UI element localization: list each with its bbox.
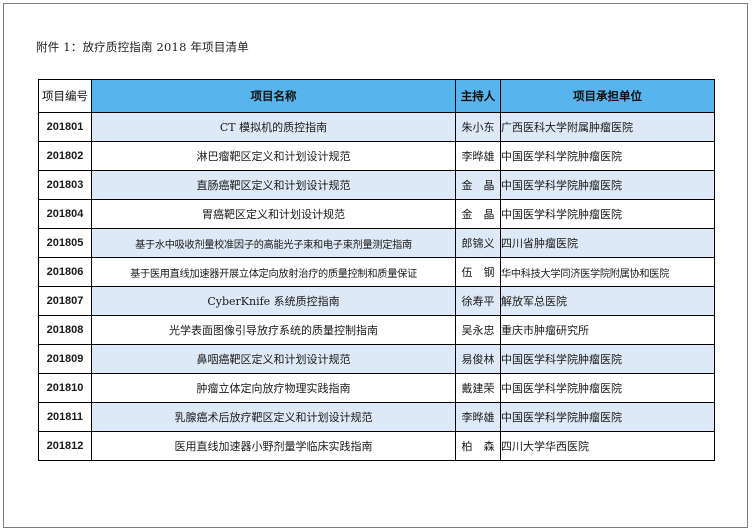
- project-id-cell: 201811: [38, 402, 92, 432]
- project-id-cell: 201806: [38, 257, 92, 287]
- project-name-cell: 乳腺癌术后放疗靶区定义和计划设计规范: [91, 402, 456, 432]
- project-lead-cell: 吴永忠: [455, 315, 501, 345]
- table-row: 201803 直肠癌靶区定义和计划设计规范金 晶中国医学科学院肿瘤医院: [38, 170, 715, 200]
- project-id-cell: 201812: [38, 431, 92, 461]
- table-body: 201801 CT 模拟机的质控指南 朱小东 广西医科大学附属肿瘤医院 201802 淋巴…: [38, 112, 715, 461]
- project-lead-cell: 徐寿平: [455, 286, 501, 316]
- project-unit-cell: 中国医学科学院肿瘤医院: [500, 199, 715, 229]
- table-row: 201809 鼻咽癌靶区定义和计划设计规范 易俊林 中国医学科学院肿瘤医院: [38, 344, 715, 374]
- table-row: 201810 肿瘤立体定向放疗物理实践指南 戴建荣 中国医学科学院肿瘤医院: [38, 373, 715, 403]
- column-header-unit: 项目承担单位: [500, 79, 715, 113]
- table-row: 201808 光学表面图像引导放疗系统的质量控制指南 吴永忠 重庆市肿瘤研究所: [38, 315, 715, 345]
- project-name-cell: 基于水中吸收剂量校准因子的高能光子束和电子束剂量测定指南: [91, 228, 456, 258]
- column-header-lead: 主持人: [455, 79, 501, 113]
- table-row: 201805 基于水中吸收剂量校准因子的高能光子束和电子束剂量测定指南 郎锦义 四川省…: [38, 228, 715, 258]
- table-header-row: 项目编号 项目名称 主持人 项目承担单位: [38, 79, 715, 113]
- project-id-cell: 201804: [38, 199, 92, 229]
- project-lead-cell: 金 晶: [455, 170, 501, 200]
- project-id-cell: 201801: [38, 112, 92, 142]
- column-header-id: 项目编号: [38, 79, 92, 113]
- project-unit-cell: 中国医学科学院肿瘤医院: [500, 344, 715, 374]
- table-row: 201806 基于医用直线加速器开展立体定向放射治疗的质量控制和质量保证伍 钢华中…: [38, 257, 715, 287]
- table-row: 201802 淋巴瘤靶区定义和计划设计规范 李晔雄 中国医学科学院肿瘤医院: [38, 141, 715, 171]
- project-id-cell: 201808: [38, 315, 92, 345]
- project-name-cell: 直肠癌靶区定义和计划设计规范: [91, 170, 456, 200]
- project-id-cell: 201807: [38, 286, 92, 316]
- project-lead-cell: 郎锦义: [455, 228, 501, 258]
- table-row: 201811 乳腺癌术后放疗靶区定义和计划设计规范 李晔雄 中国医学科学院肿瘤医院: [38, 402, 715, 432]
- column-header-name: 项目名称: [91, 79, 456, 113]
- project-unit-cell: 中国医学科学院肿瘤医院: [500, 402, 715, 432]
- project-table: 项目编号 项目名称 主持人 项目承担单位 201801 CT 模拟机的质控指南 朱小…: [38, 79, 715, 461]
- project-unit-cell: 华中科技大学同济医学院附属协和医院: [500, 257, 715, 287]
- project-lead-cell: 柏 森: [455, 431, 501, 461]
- project-name-cell: 淋巴瘤靶区定义和计划设计规范: [91, 141, 456, 171]
- project-name-cell: 鼻咽癌靶区定义和计划设计规范: [91, 344, 456, 374]
- project-id-cell: 201809: [38, 344, 92, 374]
- project-lead-cell: 李晔雄: [455, 141, 501, 171]
- table-row: 201807 CyberKnife 系统质控指南 徐寿平 解放军总医院: [38, 286, 715, 316]
- project-lead-cell: 朱小东: [455, 112, 501, 142]
- project-lead-cell: 易俊林: [455, 344, 501, 374]
- table-row: 201812 医用直线加速器小野剂量学临床实践指南柏 森四川大学华西医院: [38, 431, 715, 461]
- project-unit-cell: 重庆市肿瘤研究所: [500, 315, 715, 345]
- project-id-cell: 201805: [38, 228, 92, 258]
- project-lead-cell: 戴建荣: [455, 373, 501, 403]
- document-heading: 附件 1：放疗质控指南 2018 年项目清单: [36, 40, 249, 54]
- project-id-cell: 201810: [38, 373, 92, 403]
- project-name-cell: 肿瘤立体定向放疗物理实践指南: [91, 373, 456, 403]
- project-unit-cell: 中国医学科学院肿瘤医院: [500, 170, 715, 200]
- project-id-cell: 201802: [38, 141, 92, 171]
- project-lead-cell: 伍 钢: [455, 257, 501, 287]
- project-unit-cell: 解放军总医院: [500, 286, 715, 316]
- project-lead-cell: 金 晶: [455, 199, 501, 229]
- project-lead-cell: 李晔雄: [455, 402, 501, 432]
- project-name-cell: CT 模拟机的质控指南: [91, 112, 456, 142]
- table-row: 201801 CT 模拟机的质控指南 朱小东 广西医科大学附属肿瘤医院: [38, 112, 715, 142]
- project-name-cell: 基于医用直线加速器开展立体定向放射治疗的质量控制和质量保证: [91, 257, 456, 287]
- project-id-cell: 201803: [38, 170, 92, 200]
- project-unit-cell: 四川大学华西医院: [500, 431, 715, 461]
- project-unit-cell: 中国医学科学院肿瘤医院: [500, 373, 715, 403]
- project-unit-cell: 中国医学科学院肿瘤医院: [500, 141, 715, 171]
- project-name-cell: 胃癌靶区定义和计划设计规范: [91, 199, 456, 229]
- project-name-cell: 医用直线加速器小野剂量学临床实践指南: [91, 431, 456, 461]
- project-unit-cell: 广西医科大学附属肿瘤医院: [500, 112, 715, 142]
- project-name-cell: 光学表面图像引导放疗系统的质量控制指南: [91, 315, 456, 345]
- project-name-cell: CyberKnife 系统质控指南: [91, 286, 456, 316]
- table-row: 201804 胃癌靶区定义和计划设计规范金 晶中国医学科学院肿瘤医院: [38, 199, 715, 229]
- project-unit-cell: 四川省肿瘤医院: [500, 228, 715, 258]
